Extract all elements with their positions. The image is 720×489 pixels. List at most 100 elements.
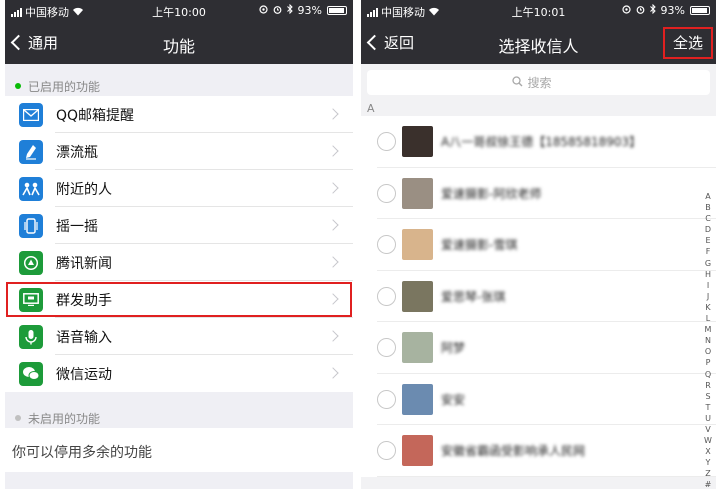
select-radio[interactable] (377, 286, 396, 306)
plugin-label: 语音输入 (56, 329, 112, 346)
contact-row[interactable]: 安徽省霸函受影响承人民网 (361, 425, 716, 477)
index-letter[interactable]: D (702, 224, 714, 235)
select-recipients-screen: 中国移动 上午10:01 93% 返回 选择收信人 全选 搜索 A A八一哥叔徐… (361, 0, 716, 489)
contact-name: 爱速摄影-阿欣老师 (441, 186, 542, 201)
plugin-drift-bottle[interactable]: 漂流瓶 (5, 133, 353, 170)
select-radio[interactable] (377, 183, 396, 203)
index-letter[interactable]: T (702, 402, 714, 413)
microphone-icon (19, 324, 43, 349)
index-letter[interactable]: # (702, 479, 714, 489)
select-all-button[interactable]: 全选 (663, 27, 713, 59)
index-letter[interactable]: A (702, 191, 714, 202)
contact-name: 安安 (441, 392, 466, 407)
disabled-section-label: 未启用的功能 (28, 411, 101, 426)
index-letter[interactable]: B (702, 202, 714, 213)
mail-icon (19, 102, 43, 127)
index-letter[interactable]: M (702, 324, 714, 335)
index-letter[interactable]: W (702, 435, 714, 446)
disabled-section-header: 未启用的功能 (5, 392, 353, 428)
battery-icon (690, 6, 710, 15)
plugin-shake[interactable]: 摇一摇 (5, 207, 353, 244)
battery-percent: 93% (297, 4, 322, 17)
plugin-label: 腾讯新闻 (56, 255, 112, 272)
enabled-section-label: 已启用的功能 (28, 79, 101, 94)
contact-row[interactable]: 阿梦 (361, 322, 716, 374)
index-letter[interactable]: U (702, 413, 714, 424)
index-letter[interactable]: K (702, 302, 714, 313)
search-input[interactable] (527, 75, 566, 90)
index-letter[interactable]: C (702, 213, 714, 224)
battery-icon (327, 6, 347, 15)
index-letter[interactable]: Q (702, 369, 714, 380)
alarm-icon (636, 4, 645, 17)
index-letter[interactable]: G (702, 258, 714, 269)
search-bar (361, 64, 716, 98)
plugin-label: 群发助手 (56, 292, 112, 309)
select-radio[interactable] (377, 338, 396, 358)
alarm-icon (273, 4, 282, 17)
contact-row[interactable]: 爱速摄影-雪琪 (361, 219, 716, 271)
contact-row[interactable]: 爱思琴-张琪 (361, 271, 716, 323)
select-radio[interactable] (377, 132, 396, 152)
contact-row[interactable]: A八一哥叔徐王德【18585818903】 (361, 116, 716, 168)
broadcast-icon (19, 287, 43, 312)
avatar (402, 435, 433, 467)
index-letter[interactable]: R (702, 380, 714, 391)
search-box[interactable] (367, 70, 710, 95)
select-radio[interactable] (377, 235, 396, 255)
index-letter[interactable]: I (702, 280, 714, 291)
index-letter[interactable]: X (702, 446, 714, 457)
avatar (402, 126, 433, 158)
bluetooth-icon (649, 3, 656, 17)
plugin-qq-mail[interactable]: QQ邮箱提醒 (5, 96, 353, 133)
avatar (402, 280, 433, 312)
index-letter[interactable]: L (702, 313, 714, 324)
chevron-right-icon (327, 330, 339, 342)
plugin-label: 附近的人 (56, 181, 112, 198)
index-letter[interactable]: J (702, 291, 714, 302)
plugin-tencent-news[interactable]: 腾讯新闻 (5, 244, 353, 281)
plugin-label: QQ邮箱提醒 (56, 107, 135, 124)
enabled-dot-icon (15, 83, 21, 89)
index-letter[interactable]: P (702, 357, 714, 368)
enabled-plugin-list: QQ邮箱提醒 漂流瓶 附近的人 摇一摇 腾讯新闻 群发助手 语音输入 微信运动 (5, 96, 353, 392)
navigation-bar: 通用 功能 (5, 22, 353, 64)
location-icon (621, 4, 631, 17)
back-button[interactable]: 返回 (366, 32, 414, 53)
chevron-right-icon (327, 108, 339, 120)
plugin-people-nearby[interactable]: 附近的人 (5, 170, 353, 207)
bottle-icon (19, 139, 43, 164)
plugin-voice-input[interactable]: 语音输入 (5, 318, 353, 355)
section-letter-header: A (367, 102, 375, 115)
index-letter[interactable]: H (702, 269, 714, 280)
index-letter[interactable]: N (702, 335, 714, 346)
select-radio[interactable] (377, 441, 396, 461)
hint-text: 你可以停用多余的功能 (5, 428, 353, 472)
wechat-icon (19, 361, 43, 386)
contact-name: A八一哥叔徐王德【18585818903】 (441, 135, 642, 150)
navigation-bar: 返回 选择收信人 全选 (361, 22, 716, 64)
chevron-right-icon (327, 367, 339, 379)
plugin-broadcast-assistant[interactable]: 群发助手 (5, 281, 353, 318)
contact-row[interactable]: 爱速摄影-阿欣老师 (361, 168, 716, 220)
index-letter[interactable]: S (702, 391, 714, 402)
index-letter[interactable]: Z (702, 468, 714, 479)
contact-row[interactable]: 安安 (361, 374, 716, 426)
index-letter[interactable]: O (702, 346, 714, 357)
chevron-right-icon (327, 256, 339, 268)
back-button[interactable]: 通用 (10, 32, 59, 53)
index-letter[interactable]: V (702, 424, 714, 435)
select-radio[interactable] (377, 389, 396, 409)
news-icon (19, 250, 43, 275)
plugin-wechat-sport[interactable]: 微信运动 (5, 355, 353, 392)
back-label: 通用 (28, 34, 59, 52)
chevron-right-icon (327, 293, 339, 305)
index-letter[interactable]: F (702, 246, 714, 257)
index-letter[interactable]: E (702, 235, 714, 246)
alphabet-index-bar[interactable]: A B C D E F G H I J K L M N O P Q R S T U V W X Y Z # (702, 191, 714, 489)
chevron-left-icon (366, 34, 383, 51)
avatar (402, 383, 433, 415)
index-letter[interactable]: Y (702, 457, 714, 468)
chevron-left-icon (10, 34, 27, 51)
plugin-label: 漂流瓶 (56, 144, 98, 161)
